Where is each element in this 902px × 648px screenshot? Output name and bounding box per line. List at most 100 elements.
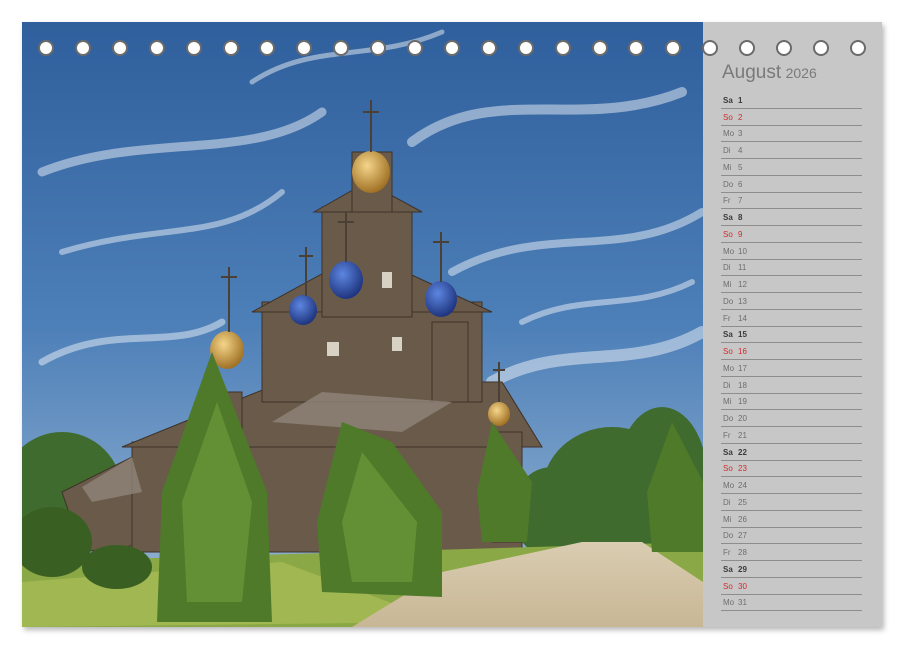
weekday-label: Fr xyxy=(723,313,731,323)
church-photo xyxy=(22,22,703,627)
day-row: Fr 28 xyxy=(721,544,862,561)
weekday-label: Fr xyxy=(723,548,731,557)
binding-hole xyxy=(813,40,829,56)
binding-hole xyxy=(628,40,644,56)
weekday-label: Do xyxy=(723,414,734,423)
day-number: 29 xyxy=(738,564,747,574)
day-number: 6 xyxy=(738,179,743,189)
weekday-label: Di xyxy=(723,497,731,507)
binding-hole xyxy=(75,40,91,56)
day-row: Do 13 xyxy=(721,293,862,310)
binding-hole xyxy=(259,40,275,56)
binding-hole xyxy=(850,40,866,56)
weekday-label: Sa xyxy=(723,213,733,222)
day-number: 12 xyxy=(738,280,747,289)
day-number: 16 xyxy=(738,347,747,356)
weekday-label: Mi xyxy=(723,514,732,524)
day-number: 31 xyxy=(738,598,747,608)
day-number: 28 xyxy=(738,548,747,557)
day-row: So 16 xyxy=(721,343,862,360)
day-list: Sa 1 So 2 Mo 3 Di 4 Mi 5 Do 6 Fr 7 Sa 8 So 9 Mo 10 Di 11 Mi 12 D… xyxy=(721,92,862,612)
day-number: 4 xyxy=(738,146,743,155)
binding-hole xyxy=(481,40,497,56)
binding-hole xyxy=(333,40,349,56)
binding-hole xyxy=(665,40,681,56)
binding-hole xyxy=(518,40,534,56)
day-row: Mo 17 xyxy=(721,360,862,377)
weekday-label: Sa xyxy=(723,564,733,574)
weekday-label: Fr xyxy=(723,430,731,440)
weekday-label: Sa xyxy=(723,447,733,457)
binding-hole xyxy=(149,40,165,56)
day-number: 21 xyxy=(738,430,747,440)
day-number: 17 xyxy=(738,363,747,373)
day-row: Di 4 xyxy=(721,142,862,159)
day-row: So 30 xyxy=(721,578,862,595)
weekday-label: Mo xyxy=(723,481,735,490)
day-number: 22 xyxy=(738,447,747,457)
weekday-label: Mi xyxy=(723,280,732,289)
day-number: 11 xyxy=(738,263,747,273)
day-number: 13 xyxy=(738,296,747,306)
day-number: 7 xyxy=(738,196,743,206)
day-row: Mo 31 xyxy=(721,595,862,612)
day-row: So 23 xyxy=(721,461,862,478)
binding-hole xyxy=(370,40,386,56)
month-year: 2026 xyxy=(785,65,817,81)
day-number: 24 xyxy=(738,481,747,490)
day-row: Fr 7 xyxy=(721,193,862,210)
day-row: Do 6 xyxy=(721,176,862,193)
day-number: 8 xyxy=(738,213,743,222)
day-row: Mi 19 xyxy=(721,394,862,411)
weekday-label: So xyxy=(723,229,733,239)
day-number: 19 xyxy=(738,397,747,407)
day-row: Mo 3 xyxy=(721,126,862,143)
day-row: Di 11 xyxy=(721,260,862,277)
weekday-label: Do xyxy=(723,531,734,541)
day-row: Do 20 xyxy=(721,410,862,427)
weekday-label: Mi xyxy=(723,162,732,172)
weekday-label: Mi xyxy=(723,397,732,407)
day-number: 25 xyxy=(738,497,747,507)
day-row: So 2 xyxy=(721,109,862,126)
day-number: 14 xyxy=(738,313,747,323)
binding-hole xyxy=(186,40,202,56)
day-row: Mi 5 xyxy=(721,159,862,176)
day-row: Sa 29 xyxy=(721,561,862,578)
weekday-label: So xyxy=(723,464,733,474)
day-row: Fr 14 xyxy=(721,310,862,327)
binding-hole xyxy=(702,40,718,56)
weekday-label: Mo xyxy=(723,246,735,256)
weekday-label: Do xyxy=(723,179,734,189)
weekday-label: Di xyxy=(723,263,731,273)
day-number: 10 xyxy=(738,246,747,256)
weekday-label: Mo xyxy=(723,598,735,608)
spiral-binding xyxy=(0,0,902,60)
binding-hole xyxy=(444,40,460,56)
day-row: Di 25 xyxy=(721,494,862,511)
day-number: 26 xyxy=(738,514,747,524)
day-row: Mi 12 xyxy=(721,276,862,293)
day-number: 1 xyxy=(738,95,743,105)
day-row: Sa 1 xyxy=(721,92,862,109)
day-row: Fr 21 xyxy=(721,427,862,444)
weekday-label: So xyxy=(723,112,733,122)
binding-hole xyxy=(592,40,608,56)
day-row: So 9 xyxy=(721,226,862,243)
weekday-label: Fr xyxy=(723,196,731,206)
day-row: Mo 10 xyxy=(721,243,862,260)
month-heading: August 2026 xyxy=(722,62,817,84)
binding-hole xyxy=(223,40,239,56)
day-row: Sa 8 xyxy=(721,209,862,226)
day-row: Sa 22 xyxy=(721,444,862,461)
binding-hole xyxy=(407,40,423,56)
weekday-label: Mo xyxy=(723,129,735,139)
day-number: 5 xyxy=(738,162,743,172)
weekday-label: Di xyxy=(723,380,731,390)
day-number: 20 xyxy=(738,414,747,423)
day-number: 23 xyxy=(738,464,747,474)
weekday-label: Do xyxy=(723,296,734,306)
day-number: 30 xyxy=(738,581,747,591)
weekday-label: Di xyxy=(723,146,731,155)
binding-hole xyxy=(776,40,792,56)
